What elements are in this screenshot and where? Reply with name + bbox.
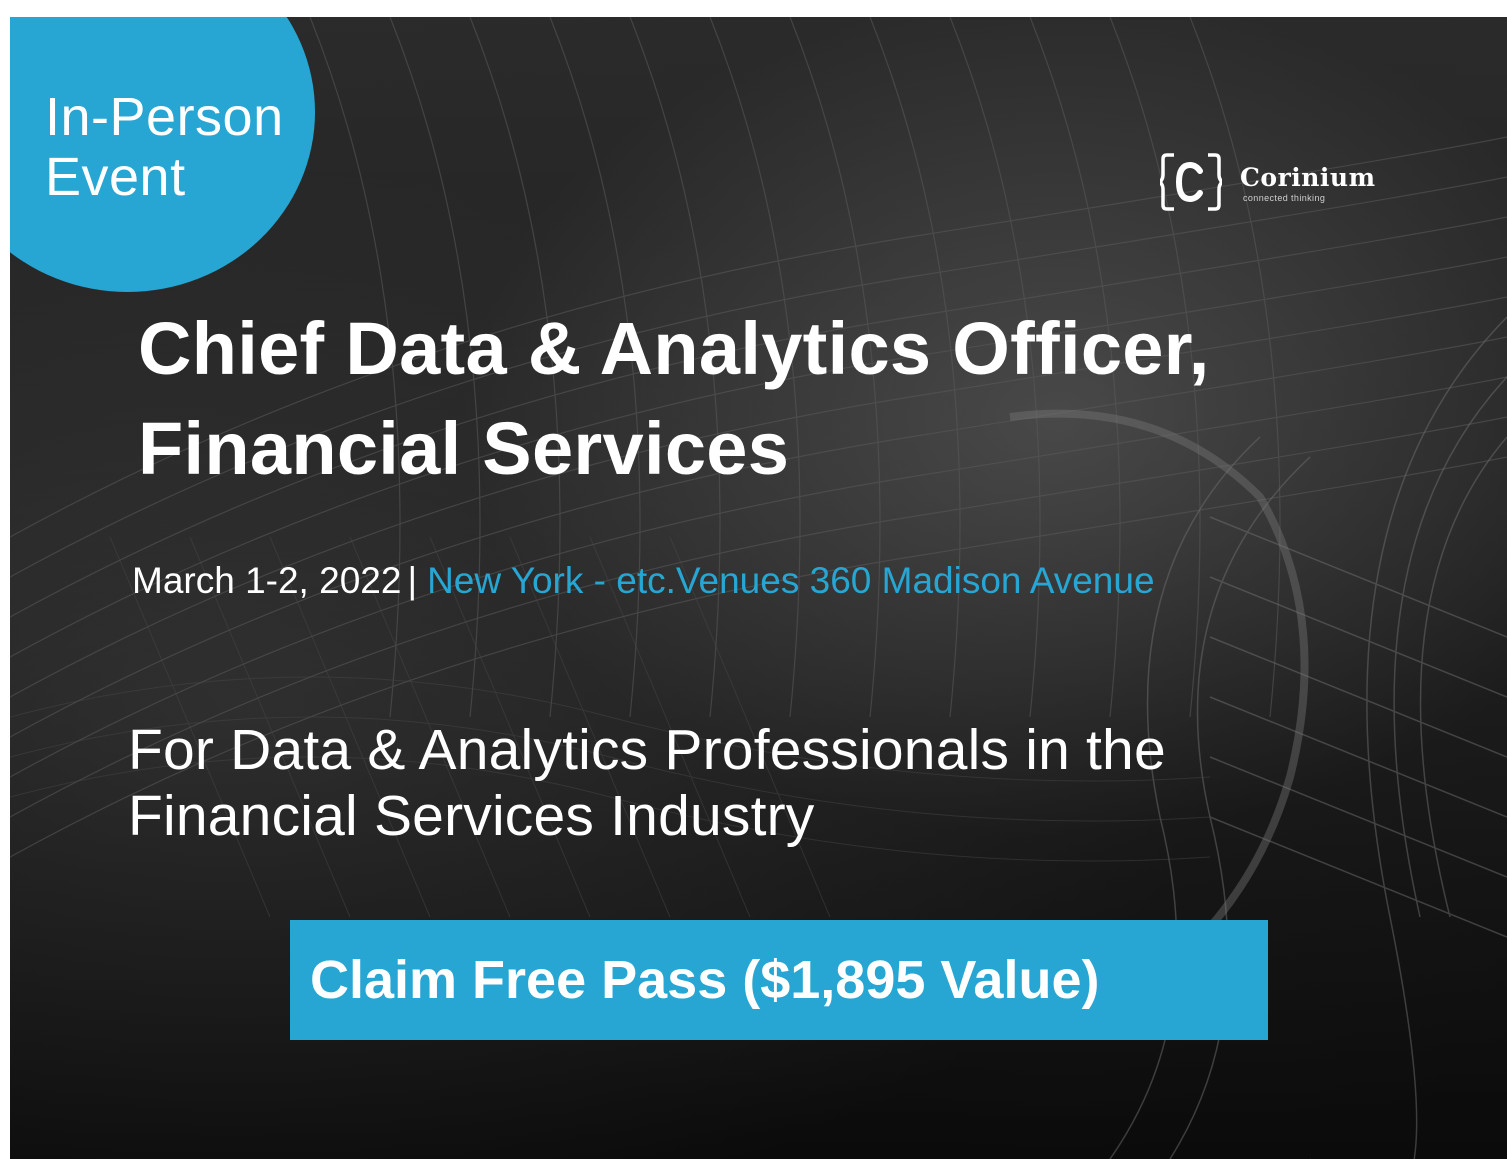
badge-line1: In-Person — [45, 87, 284, 147]
event-banner[interactable]: In-Person Event Corinium connected think… — [10, 17, 1507, 1159]
event-venue: New York - etc.Venues 360 Madison Avenue — [427, 560, 1155, 601]
event-audience-line1: For Data & Analytics Professionals in th… — [128, 718, 1166, 782]
corinium-logo[interactable]: Corinium connected thinking — [1160, 149, 1385, 219]
event-title-line2: Financial Services — [138, 407, 790, 490]
dateline-separator: | — [407, 560, 418, 601]
event-title: Chief Data & Analytics Officer, Financia… — [138, 299, 1458, 499]
event-audience: For Data & Analytics Professionals in th… — [128, 717, 1448, 849]
badge-label: In-Person Event — [45, 87, 284, 207]
claim-free-pass-button[interactable]: Claim Free Pass ($1,895 Value) — [290, 920, 1268, 1040]
event-dateline: March 1-2, 2022 | New York - etc.Venues 36… — [132, 557, 1155, 605]
event-title-line1: Chief Data & Analytics Officer, — [138, 307, 1210, 390]
bracket-c-icon — [1160, 153, 1222, 211]
logo-tagline: connected thinking — [1243, 193, 1326, 203]
event-audience-line2: Financial Services Industry — [128, 784, 815, 848]
badge-line2: Event — [45, 147, 186, 207]
logo-name: Corinium — [1240, 163, 1376, 192]
event-date: March 1-2, 2022 — [132, 560, 402, 601]
